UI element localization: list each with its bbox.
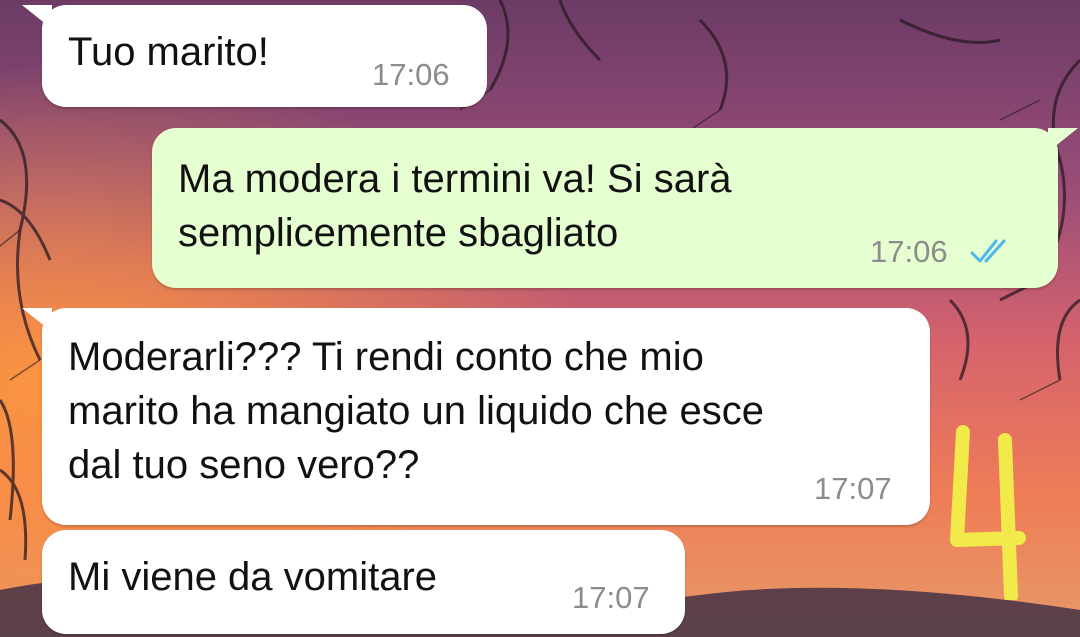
message-time: 17:07 — [814, 471, 892, 506]
bubble-tail — [1048, 128, 1078, 152]
message-bubble-incoming[interactable]: Tuo marito! 17:06 — [22, 5, 487, 107]
bubble-tail — [22, 5, 52, 29]
double-check-icon — [970, 239, 1006, 263]
message-bubble-outgoing[interactable]: Ma modera i termini va! Si sarà semplice… — [152, 128, 1078, 288]
message-time: 17:06 — [870, 234, 948, 269]
message-time: 17:06 — [372, 57, 450, 92]
message-text: Tuo marito! — [68, 30, 269, 74]
message-bubble-incoming[interactable]: Mi viene da vomitare 17:07 — [42, 530, 685, 634]
message-bubble-incoming[interactable]: Moderarli??? Ti rendi conto che mio mari… — [22, 308, 930, 525]
message-text: Mi viene da vomitare — [68, 555, 438, 599]
message-text: Moderarli??? Ti rendi conto che mio mari… — [68, 335, 764, 487]
message-time: 17:07 — [572, 580, 650, 615]
handwritten-page-number-4 — [950, 425, 1026, 600]
message-text: Ma modera i termini va! Si sarà semplice… — [178, 157, 732, 255]
bubble-tail — [22, 308, 52, 332]
